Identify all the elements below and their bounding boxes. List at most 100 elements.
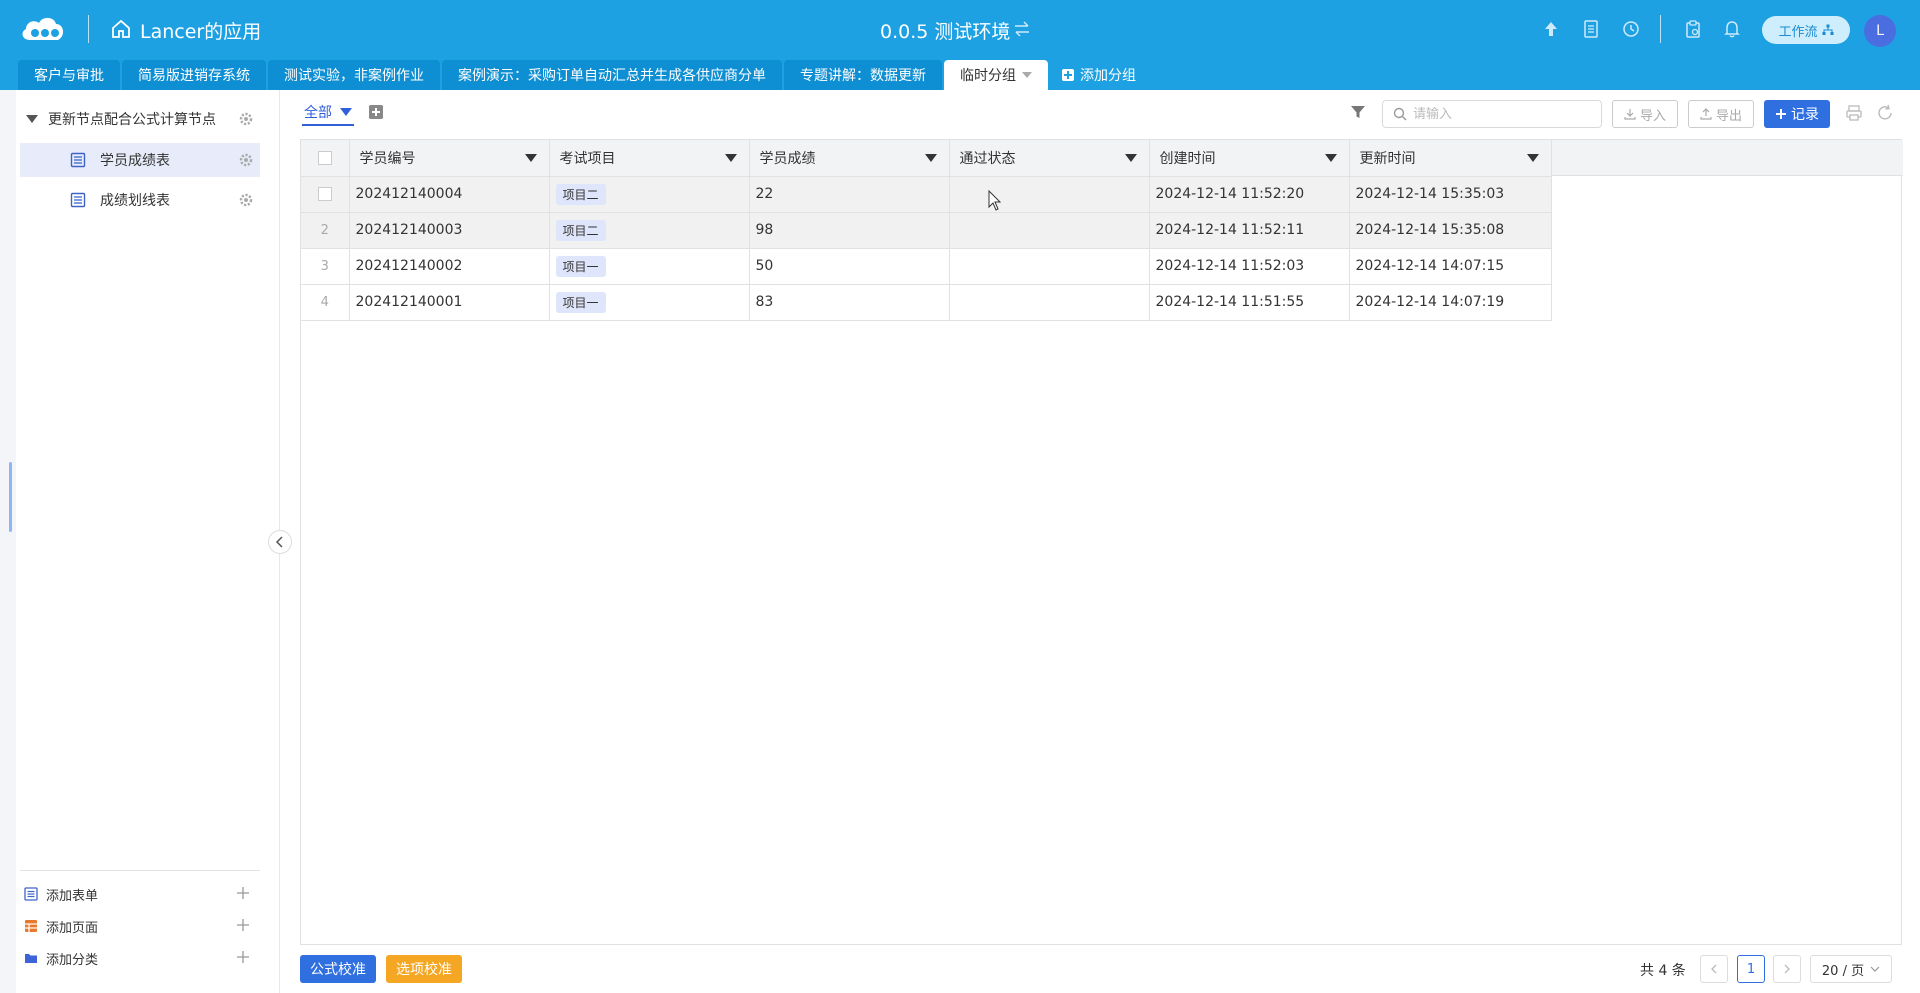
search-input[interactable] [1413,106,1593,122]
caret-down-icon[interactable] [924,154,937,162]
clipboard-settings-icon[interactable] [1682,18,1704,40]
gear-icon[interactable] [238,152,254,168]
next-page-button[interactable] [1773,955,1801,983]
cell-score[interactable]: 22 [749,176,950,213]
add-form-button[interactable]: 添加表单 [24,882,256,906]
search-box[interactable] [1382,100,1602,128]
cell-exam-project[interactable]: 项目二 [549,212,750,249]
cell-pass-status[interactable] [949,248,1150,285]
tab-inventory-system[interactable]: 简易版进销存系统 [122,60,266,90]
add-form-label: 添加表单 [46,888,99,904]
add-record-button[interactable]: 记录 [1764,100,1830,128]
select-all-checkbox[interactable] [317,150,332,165]
page-number-button[interactable]: 1 [1737,955,1765,983]
document-icon[interactable] [1580,18,1602,40]
page-size-select[interactable]: 20 / 页 [1810,955,1892,983]
cell-created-time[interactable]: 2024-12-14 11:52:11 [1149,212,1350,249]
sidebar-item-score-lines[interactable]: 成绩划线表 [20,183,260,217]
tab-case-demo[interactable]: 案例演示：采购订单自动汇总并生成各供应商分单 [442,60,782,90]
bell-icon[interactable] [1721,18,1743,40]
cloud-logo-icon[interactable] [18,14,68,44]
cell-exam-project[interactable]: 项目一 [549,284,750,321]
cell-score[interactable]: 50 [749,248,950,285]
chevron-down-icon[interactable] [1022,72,1032,78]
gear-icon[interactable] [238,192,254,208]
caret-down-icon[interactable] [1324,154,1337,162]
add-category-button[interactable]: 添加分类 [24,946,256,970]
select-all-cell [301,140,350,177]
plus-icon[interactable] [236,918,250,932]
home-icon[interactable] [110,18,132,40]
sidebar-item-student-scores[interactable]: 学员成绩表 [20,143,260,177]
cell-created-time[interactable]: 2024-12-14 11:52:03 [1149,248,1350,285]
plus-icon[interactable] [236,950,250,964]
caret-down-icon [340,108,352,116]
cell-updated-time[interactable]: 2024-12-14 15:35:08 [1349,212,1552,249]
cell-student-id[interactable]: 202412140001 [349,284,550,321]
column-header-updated-time[interactable]: 更新时间 [1349,140,1552,177]
collapse-sidebar-button[interactable] [268,530,292,554]
cell-exam-project[interactable]: 项目一 [549,248,750,285]
caret-down-icon[interactable] [524,154,537,162]
plus-icon[interactable] [236,886,250,900]
cell-student-id[interactable]: 202412140004 [349,176,550,213]
cell-updated-time[interactable]: 2024-12-14 15:35:03 [1349,176,1552,213]
export-button[interactable]: 导出 [1688,100,1754,128]
caret-down-icon[interactable] [1526,154,1539,162]
table-row[interactable]: 2 202412140003 项目二 98 2024-12-14 11:52:1… [301,212,1552,249]
gear-icon[interactable] [238,111,254,127]
column-header-exam-project[interactable]: 考试项目 [549,140,750,177]
page-size-label: 20 / 页 [1821,963,1865,979]
option-calibrate-button[interactable]: 选项校准 [386,955,462,983]
view-selector[interactable]: 全部 [302,102,354,126]
cell-created-time[interactable]: 2024-12-14 11:51:55 [1149,284,1350,321]
app-title[interactable]: Lancer的应用 [140,17,261,44]
add-group-label: 添加分组 [1080,68,1136,84]
tab-test-experiment[interactable]: 测试实验，非案例作业 [268,60,440,90]
cell-pass-status[interactable] [949,176,1150,213]
refresh-icon[interactable] [1876,104,1894,122]
sidebar-item-label: 成绩划线表 [100,193,170,209]
cell-student-id[interactable]: 202412140002 [349,248,550,285]
prev-page-button[interactable] [1700,955,1728,983]
table-row[interactable]: 202412140004 项目二 22 2024-12-14 11:52:20 … [301,176,1552,213]
column-header-score[interactable]: 学员成绩 [749,140,950,177]
cell-score[interactable]: 83 [749,284,950,321]
download-icon [1624,109,1636,120]
edge-resize-handle[interactable] [9,462,12,532]
cell-updated-time[interactable]: 2024-12-14 14:07:19 [1349,284,1552,321]
add-view-icon[interactable] [369,105,383,119]
cell-updated-time[interactable]: 2024-12-14 14:07:15 [1349,248,1552,285]
row-checkbox[interactable] [317,187,332,201]
add-group-button[interactable]: 添加分组 [1050,60,1148,90]
add-page-button[interactable]: 添加页面 [24,914,256,938]
caret-down-icon[interactable] [26,115,38,123]
cell-student-id[interactable]: 202412140003 [349,212,550,249]
caret-down-icon[interactable] [724,154,737,162]
tab-customer-approval[interactable]: 客户与审批 [18,60,120,90]
cell-pass-status[interactable] [949,212,1150,249]
table-row[interactable]: 4 202412140001 项目一 83 2024-12-14 11:51:5… [301,284,1552,321]
column-header-pass-status[interactable]: 通过状态 [949,140,1150,177]
column-header-student-id[interactable]: 学员编号 [349,140,550,177]
sidebar-group[interactable]: 更新节点配合公式计算节点 [20,106,260,132]
cell-score[interactable]: 98 [749,212,950,249]
cell-pass-status[interactable] [949,284,1150,321]
print-icon[interactable] [1845,104,1863,122]
topbar-divider [88,15,89,43]
tab-temp-group[interactable]: 临时分组 [944,60,1048,90]
column-header-created-time[interactable]: 创建时间 [1149,140,1350,177]
formula-calibrate-button[interactable]: 公式校准 [300,955,376,983]
import-button[interactable]: 导入 [1612,100,1678,128]
workflow-button[interactable]: 工作流 [1762,16,1850,44]
caret-down-icon[interactable] [1124,154,1137,162]
user-avatar[interactable]: L [1864,15,1896,47]
filter-icon[interactable] [1350,104,1366,120]
tab-data-update[interactable]: 专题讲解：数据更新 [784,60,942,90]
history-clock-icon[interactable] [1620,18,1642,40]
publish-arrow-icon[interactable] [1540,18,1562,40]
swap-icon[interactable] [1012,20,1032,38]
table-row[interactable]: 3 202412140002 项目一 50 2024-12-14 11:52:0… [301,248,1552,285]
cell-created-time[interactable]: 2024-12-14 11:52:20 [1149,176,1350,213]
cell-exam-project[interactable]: 项目二 [549,176,750,213]
